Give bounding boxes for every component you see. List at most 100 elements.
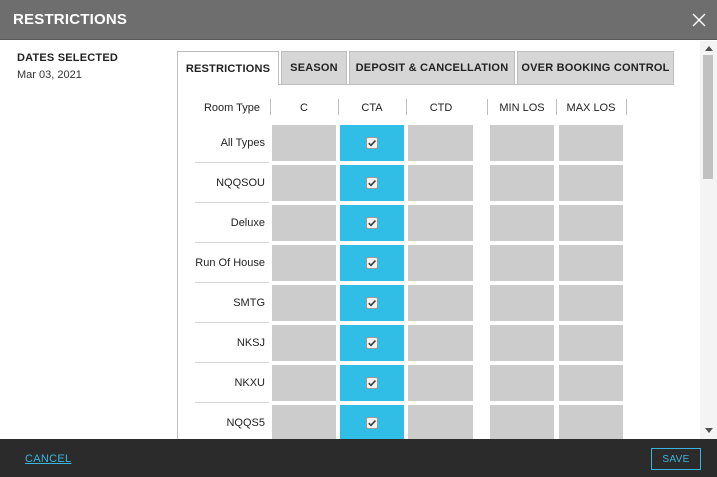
tab-restrictions[interactable]: RESTRICTIONS [177, 51, 279, 86]
row-divider [195, 402, 269, 403]
save-button[interactable]: SAVE [651, 448, 701, 470]
header-divider [556, 99, 557, 115]
cell-max-los[interactable] [559, 325, 623, 361]
cell-cta[interactable] [340, 125, 404, 161]
cell-c[interactable] [272, 245, 336, 281]
row-divider [195, 162, 269, 163]
cell-max-los[interactable] [559, 405, 623, 439]
cell-c[interactable] [272, 165, 336, 201]
checkbox-checked[interactable] [366, 417, 378, 429]
room-type-label: NKXU [234, 377, 265, 389]
header-cta: CTA [361, 102, 383, 114]
header-divider [270, 99, 271, 115]
room-type-label: All Types [220, 137, 265, 149]
cell-cta[interactable] [340, 165, 404, 201]
cell-ctd[interactable] [408, 245, 473, 281]
cell-ctd[interactable] [408, 205, 473, 241]
row-divider [195, 242, 269, 243]
restriction-row: All Types [0, 125, 717, 161]
close-icon[interactable] [691, 12, 707, 28]
checkbox-checked[interactable] [366, 297, 378, 309]
cell-cta[interactable] [340, 285, 404, 321]
header-room-type: Room Type [203, 102, 261, 114]
cell-ctd[interactable] [408, 125, 473, 161]
row-divider [195, 202, 269, 203]
cell-cta[interactable] [340, 245, 404, 281]
header-c: C [300, 102, 308, 114]
checkbox-checked[interactable] [366, 217, 378, 229]
cell-min-los[interactable] [490, 365, 554, 401]
room-type-label: SMTG [233, 297, 265, 309]
cell-max-los[interactable] [559, 205, 623, 241]
restriction-row: NQQS5 [0, 402, 717, 439]
cell-min-los[interactable] [490, 165, 554, 201]
header-min-los: MIN LOS [499, 102, 545, 114]
cell-min-los[interactable] [490, 405, 554, 439]
cell-max-los[interactable] [559, 365, 623, 401]
cell-cta[interactable] [340, 405, 404, 439]
vertical-scrollbar[interactable] [700, 41, 717, 439]
checkbox-checked[interactable] [366, 137, 378, 149]
restrictions-dialog: RESTRICTIONS DATES SELECTED Mar 03, 2021… [0, 0, 717, 477]
row-divider [195, 362, 269, 363]
header-divider [626, 99, 627, 115]
tab-over-booking-control[interactable]: OVER BOOKING CONTROL [517, 51, 674, 85]
dialog-content: DATES SELECTED Mar 03, 2021 RESTRICTIONS… [0, 41, 717, 439]
restriction-row: NKSJ [0, 322, 717, 361]
cell-c[interactable] [272, 125, 336, 161]
checkbox-checked[interactable] [366, 337, 378, 349]
room-type-label: Deluxe [230, 217, 265, 229]
cell-ctd[interactable] [408, 405, 473, 439]
dialog-titlebar: RESTRICTIONS [0, 0, 717, 40]
cell-c[interactable] [272, 205, 336, 241]
cell-max-los[interactable] [559, 245, 623, 281]
header-divider [406, 99, 407, 115]
scroll-down-arrow-icon[interactable] [700, 425, 717, 435]
cell-cta[interactable] [340, 325, 404, 361]
cell-max-los[interactable] [559, 125, 623, 161]
room-type-label: NQQSOU [216, 177, 265, 189]
restriction-row: NQQSOU [0, 162, 717, 201]
cell-cta[interactable] [340, 365, 404, 401]
scroll-up-arrow-icon[interactable] [700, 43, 717, 53]
room-type-label: Run Of House [195, 257, 265, 269]
cell-ctd[interactable] [408, 325, 473, 361]
cell-c[interactable] [272, 365, 336, 401]
cell-c[interactable] [272, 285, 336, 321]
cell-max-los[interactable] [559, 165, 623, 201]
row-divider [195, 282, 269, 283]
cell-min-los[interactable] [490, 285, 554, 321]
checkbox-checked[interactable] [366, 377, 378, 389]
cell-cta[interactable] [340, 205, 404, 241]
cell-min-los[interactable] [490, 205, 554, 241]
restriction-row: NKXU [0, 362, 717, 401]
cell-ctd[interactable] [408, 165, 473, 201]
header-divider [487, 99, 488, 115]
dates-selected-panel: DATES SELECTED Mar 03, 2021 [17, 52, 118, 81]
dialog-footer: CANCEL SAVE [0, 439, 717, 477]
dates-selected-value: Mar 03, 2021 [17, 69, 82, 81]
room-type-label: NKSJ [236, 337, 265, 349]
room-type-label: NQQS5 [226, 417, 265, 429]
restriction-row: Deluxe [0, 202, 717, 241]
checkbox-checked[interactable] [366, 177, 378, 189]
row-divider [195, 322, 269, 323]
cell-min-los[interactable] [490, 125, 554, 161]
cell-c[interactable] [272, 405, 336, 439]
cancel-button[interactable]: CANCEL [25, 453, 71, 465]
tab-season[interactable]: SEASON [281, 51, 347, 85]
cell-ctd[interactable] [408, 365, 473, 401]
cell-ctd[interactable] [408, 285, 473, 321]
cell-c[interactable] [272, 325, 336, 361]
header-divider [338, 99, 339, 115]
dialog-title: RESTRICTIONS [13, 11, 128, 28]
cell-min-los[interactable] [490, 325, 554, 361]
cell-min-los[interactable] [490, 245, 554, 281]
checkbox-checked[interactable] [366, 257, 378, 269]
tab-deposit-cancellation[interactable]: DEPOSIT & CANCELLATION [349, 51, 515, 85]
cell-max-los[interactable] [559, 285, 623, 321]
header-max-los: MAX LOS [566, 102, 616, 114]
scrollbar-thumb[interactable] [703, 55, 713, 179]
restriction-row: SMTG [0, 282, 717, 321]
restriction-row: Run Of House [0, 242, 717, 281]
